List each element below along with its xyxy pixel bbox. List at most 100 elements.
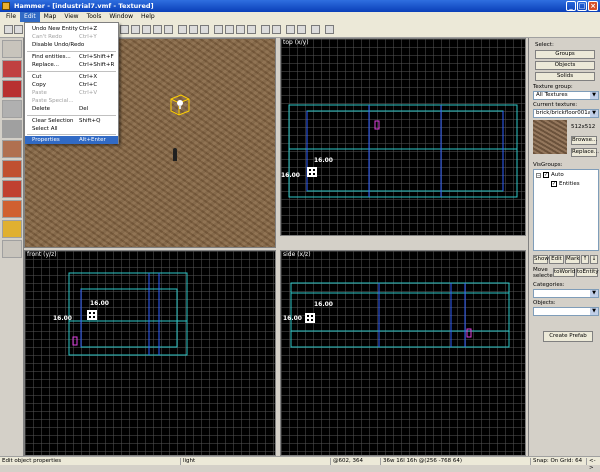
edit-button[interactable]: Edit <box>549 255 564 264</box>
open-file-icon[interactable] <box>14 25 23 34</box>
arrow-up-icon[interactable]: ↑ <box>581 255 589 264</box>
maximize-button[interactable]: □ <box>577 1 587 11</box>
menu-item-delete[interactable]: Delete Del <box>25 105 118 113</box>
side-width-label: 16.00 <box>314 301 333 308</box>
toolbar-icon[interactable] <box>214 25 223 34</box>
top-width-label: 16.00 <box>314 157 333 164</box>
texture-tool-icon[interactable] <box>2 140 22 158</box>
tool-palette <box>0 38 24 456</box>
groups-button[interactable]: Groups <box>535 50 595 59</box>
menu-item-paste[interactable]: Paste Ctrl+V <box>25 89 118 97</box>
replace-button[interactable]: Replace... <box>571 148 599 157</box>
menu-tools[interactable]: Tools <box>83 12 106 22</box>
status-bar: Edit object properties light @602, 364 3… <box>0 456 600 471</box>
arrow-down-icon[interactable]: ↓ <box>590 255 598 264</box>
toolbar-icon[interactable] <box>272 25 281 34</box>
solids-button[interactable]: Solids <box>535 72 595 81</box>
menu-item-undo[interactable]: Undo New Entity Ctrl+Z <box>25 25 118 33</box>
side-2d-view[interactable]: side (x/z) 16.00 16.00 <box>280 250 526 456</box>
current-texture-select[interactable]: brick/brickfloor001a ▼ <box>533 109 599 118</box>
menu-item-paste-special[interactable]: Paste Special... <box>25 97 118 105</box>
collapse-icon[interactable]: − <box>536 173 541 178</box>
to-world-button[interactable]: toWorld <box>553 268 575 277</box>
browse-button[interactable]: Browse... <box>571 136 597 145</box>
visgroups-tree[interactable]: − ✓ Auto ✓ Entities <box>533 169 599 251</box>
objects-select[interactable]: ▼ <box>533 307 599 316</box>
toolbar-icon[interactable] <box>164 25 173 34</box>
apply-texture-icon[interactable] <box>2 160 22 178</box>
camera-tool-icon[interactable] <box>2 80 22 98</box>
block-tool-icon[interactable] <box>2 120 22 138</box>
menu-item-replace[interactable]: Replace... Ctrl+Shift+R <box>25 61 118 69</box>
texture-size-label: 512x512 <box>571 124 596 130</box>
menu-map[interactable]: Map <box>40 12 61 22</box>
menu-item-disable-undo[interactable]: Disable Undo/Redo <box>25 41 118 49</box>
texture-group-label: Texture group: <box>533 84 573 90</box>
visgroup-auto-label: Auto <box>551 172 564 178</box>
toolbar-icon[interactable] <box>311 25 320 34</box>
toolbar-icon[interactable] <box>297 25 306 34</box>
toolbar-icon[interactable] <box>153 25 162 34</box>
menu-item-select-all[interactable]: Select All <box>25 125 118 133</box>
visgroups-label: VisGroups: <box>533 162 563 168</box>
menu-view[interactable]: View <box>60 12 82 22</box>
magnify-tool-icon[interactable] <box>2 60 22 78</box>
status-grid: Snap: On Grid: 64 <box>530 458 586 465</box>
menu-edit[interactable]: Edit <box>20 12 40 22</box>
top-view-label: top (x/y) <box>283 39 309 46</box>
objects-button[interactable]: Objects <box>535 61 595 70</box>
menu-item-redo[interactable]: Can't Redo Ctrl+Y <box>25 33 118 41</box>
close-button[interactable]: × <box>588 1 598 11</box>
status-message: Edit object properties <box>2 458 62 464</box>
toolbar-icon[interactable] <box>189 25 198 34</box>
mark-button[interactable]: Mark <box>565 255 580 264</box>
create-prefab-button[interactable]: Create Prefab <box>543 331 593 342</box>
visgroup-auto-checkbox[interactable]: ✓ <box>543 172 549 178</box>
vertex-tool-icon[interactable] <box>2 240 22 258</box>
entity-tool-icon[interactable] <box>2 100 22 118</box>
categories-select[interactable]: ▼ <box>533 289 599 298</box>
toolbar-icon[interactable] <box>178 25 187 34</box>
toolbar-icon[interactable] <box>142 25 151 34</box>
toolbar-icon[interactable] <box>286 25 295 34</box>
selection-tool-icon[interactable] <box>2 40 22 58</box>
toolbar-icon[interactable] <box>261 25 270 34</box>
menu-item-find-entities[interactable]: Find entities... Ctrl+Shift+F <box>25 53 118 61</box>
categories-label: Categories: <box>533 282 565 288</box>
toolbar-icon[interactable] <box>120 25 129 34</box>
status-size: 36w 16l 16h @(256 -768 64) <box>380 458 480 465</box>
menu-item-copy[interactable]: Copy Ctrl+C <box>25 81 118 89</box>
menu-item-clear-selection[interactable]: Clear Selection Shift+Q <box>25 117 118 125</box>
objects-label: Objects: <box>533 300 556 306</box>
show-button[interactable]: Show <box>533 255 549 264</box>
menu-file[interactable]: File <box>2 12 20 22</box>
top-2d-view[interactable]: top (x/y) 16.00 16.00 <box>280 38 526 236</box>
minimize-button[interactable]: _ <box>566 1 576 11</box>
light-entity-box-icon <box>170 94 190 116</box>
toolbar-icon[interactable] <box>225 25 234 34</box>
toolbar-icon[interactable] <box>236 25 245 34</box>
visgroup-entities-checkbox[interactable]: ✓ <box>551 181 557 187</box>
chevron-down-icon: ▼ <box>590 110 598 117</box>
toolbar-icon[interactable] <box>325 25 334 34</box>
texture-group-select[interactable]: All Textures ▼ <box>533 91 599 100</box>
clip-tool-icon[interactable] <box>2 220 22 238</box>
overlay-tool-icon[interactable] <box>2 200 22 218</box>
chevron-down-icon: ▼ <box>590 290 598 297</box>
menu-help[interactable]: Help <box>137 12 159 22</box>
menu-item-cut[interactable]: Cut Ctrl+X <box>25 73 118 81</box>
menu-item-properties[interactable]: Properties Alt+Enter <box>25 136 118 144</box>
toolbar-icon[interactable] <box>131 25 140 34</box>
menu-window[interactable]: Window <box>105 12 137 22</box>
front-2d-view[interactable]: front (y/z) 16.00 16.00 <box>24 250 276 456</box>
status-extra: <-> <box>586 458 600 471</box>
hammer-app-icon <box>2 2 10 10</box>
toolbar-icon[interactable] <box>247 25 256 34</box>
side-height-label: 16.00 <box>283 315 302 322</box>
toolbar-icon[interactable] <box>200 25 209 34</box>
new-file-icon[interactable] <box>4 25 13 34</box>
menu-bar: File Edit Map View Tools Window Help <box>0 12 600 22</box>
decal-tool-icon[interactable] <box>2 180 22 198</box>
front-view-label: front (y/z) <box>27 251 57 258</box>
to-entity-button[interactable]: toEntity <box>576 268 599 277</box>
